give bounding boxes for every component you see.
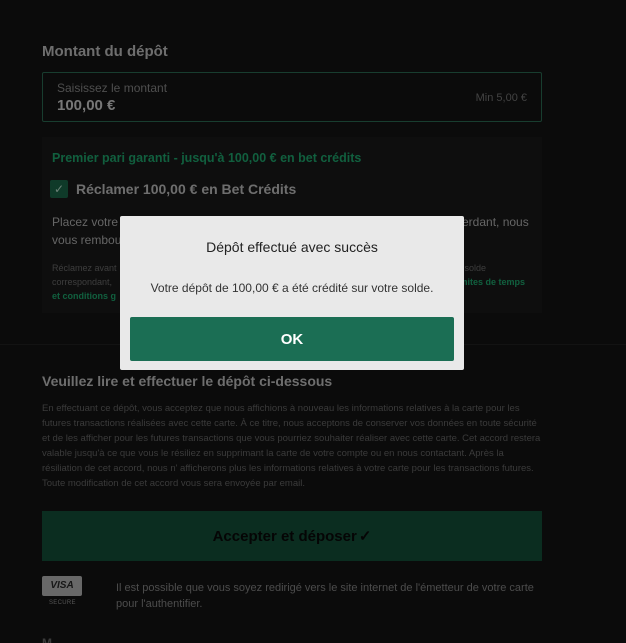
ok-button[interactable]: OK: [130, 317, 454, 361]
success-dialog: Dépôt effectué avec succès Votre dépôt d…: [120, 216, 464, 370]
deposit-page: Montant du dépôt Saisissez le montant 10…: [0, 0, 626, 643]
dialog-message: Votre dépôt de 100,00 € a été crédité su…: [150, 281, 434, 295]
dialog-title: Dépôt effectué avec succès: [206, 239, 378, 255]
